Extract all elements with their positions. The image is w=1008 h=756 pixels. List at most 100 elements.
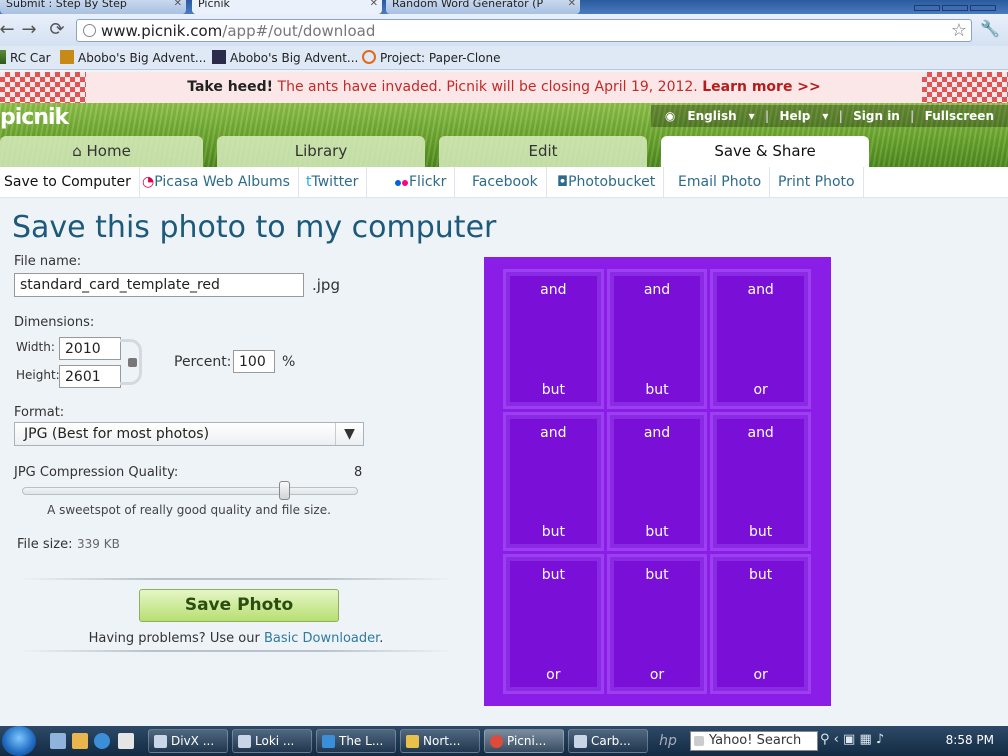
taskbar-item[interactable]: Carb... xyxy=(568,729,648,753)
problems-text: Having problems? Use our Basic Downloade… xyxy=(18,631,454,646)
picnik-logo[interactable]: picnik xyxy=(0,105,69,130)
close-icon[interactable]: ✕ xyxy=(370,0,378,9)
subnav-label: Twitter xyxy=(311,174,359,190)
percent-input[interactable]: 100 xyxy=(233,350,275,373)
problems-end: . xyxy=(379,631,384,646)
browser-toolbar: ← → ⟳ www.picnik.com/app#/out/download ☆… xyxy=(0,14,1008,46)
divider: | xyxy=(764,109,770,123)
browser-tab-strip: Submit : Step By Step ✕ Picnik ✕ Random … xyxy=(0,0,1008,14)
fullscreen-link[interactable]: Fullscreen xyxy=(925,109,994,123)
game-icon xyxy=(60,50,74,64)
back-arrow-icon[interactable]: ← xyxy=(0,20,18,40)
search-icon[interactable]: ⚲ xyxy=(820,732,830,747)
maximize-button[interactable] xyxy=(942,5,968,11)
width-label: Width: xyxy=(16,340,55,354)
subnav-email-photo[interactable]: Email Photo xyxy=(670,167,771,197)
windows-taskbar: DivX ... Loki ... The L... Nort... Picni… xyxy=(0,726,1008,756)
bookmark-item[interactable]: RC Car xyxy=(0,50,51,65)
browser-tab[interactable]: Submit : Step By Step ✕ xyxy=(0,0,186,14)
basic-downloader-link[interactable]: Basic Downloader xyxy=(264,631,379,646)
subnav-facebook[interactable]: Facebook xyxy=(464,167,547,197)
reload-icon[interactable]: ⟳ xyxy=(46,20,68,40)
bookmark-item[interactable]: Project: Paper-Clone xyxy=(362,50,501,65)
height-input[interactable]: 2601 xyxy=(59,365,121,388)
bookmark-star-icon[interactable]: ☆ xyxy=(951,20,967,41)
format-select[interactable]: JPG (Best for most photos) ▼ xyxy=(14,422,364,446)
format-value: JPG (Best for most photos) xyxy=(24,426,210,442)
url-text: www.picnik.com/app#/out/download xyxy=(101,22,375,40)
taskbar-label: Nort... xyxy=(423,734,461,748)
show-desktop-icon[interactable] xyxy=(50,733,66,749)
tab-home[interactable]: ⌂ Home xyxy=(0,136,203,167)
subnav-label: Flickr xyxy=(409,174,447,190)
window-close-button[interactable] xyxy=(970,5,996,11)
picasa-icon: ◔ xyxy=(142,174,155,190)
bookmark-item[interactable]: Abobo's Big Advent... xyxy=(60,50,206,65)
close-icon[interactable]: ✕ xyxy=(568,0,576,9)
camera-icon: ◘ xyxy=(557,174,569,190)
taskbar-item[interactable]: Nort... xyxy=(400,729,480,753)
bookmark-label: RC Car xyxy=(10,51,51,65)
subnav-flickr[interactable]: Flickr xyxy=(387,167,456,197)
subnav-save-to-computer[interactable]: Save to Computer xyxy=(0,167,140,197)
file-name-input[interactable]: standard_card_template_red xyxy=(14,273,304,297)
word-card: but or xyxy=(710,554,811,694)
width-input[interactable]: 2010 xyxy=(59,337,121,360)
network-icon[interactable]: ▦ xyxy=(859,732,871,747)
media-icon[interactable] xyxy=(118,733,134,749)
subnav-print-photo[interactable]: Print Photo xyxy=(770,167,864,197)
subnav-photobucket[interactable]: ◘Photobucket xyxy=(549,167,665,197)
language-link[interactable]: English xyxy=(687,109,736,123)
address-bar[interactable]: www.picnik.com/app#/out/download ☆ xyxy=(76,19,972,42)
word-card: and or xyxy=(710,269,811,409)
subnav-picasa[interactable]: ◔Picasa Web Albums xyxy=(134,167,299,197)
browser-tab-label: Picnik xyxy=(198,0,230,10)
yahoo-search-box[interactable]: Yahoo! Search xyxy=(690,731,818,751)
problems-lead: Having problems? Use our xyxy=(88,631,260,646)
percent-label: Percent: xyxy=(174,354,232,370)
volume-icon[interactable]: ♪ xyxy=(876,732,884,747)
quality-hint: A sweetspot of really good quality and f… xyxy=(47,503,331,517)
word-card: and but xyxy=(710,411,811,552)
taskbar-item-active[interactable]: Picni... xyxy=(484,729,564,753)
bookmark-item[interactable]: Abobo's Big Advent... xyxy=(212,50,358,65)
divider xyxy=(18,578,454,580)
sign-in-link[interactable]: Sign in xyxy=(853,109,900,123)
card-bottom-word: or xyxy=(753,381,768,398)
learn-more-link[interactable]: Learn more >> xyxy=(702,79,821,95)
browser-tab-active[interactable]: Picnik ✕ xyxy=(192,0,382,14)
taskbar-label: Loki ... xyxy=(255,734,295,748)
close-icon[interactable]: ✕ xyxy=(174,0,182,9)
chevron-down-icon[interactable]: ▼ xyxy=(335,423,363,445)
save-photo-button[interactable]: Save Photo xyxy=(139,589,339,622)
chevron-left-icon[interactable]: ‹ xyxy=(834,732,839,747)
bookmark-label: Abobo's Big Advent... xyxy=(230,51,359,65)
card-top-word: and xyxy=(540,424,567,441)
notice-lead: Take heed! xyxy=(187,79,274,95)
internet-explorer-icon[interactable] xyxy=(94,733,110,749)
aspect-lock-icon[interactable] xyxy=(120,339,142,385)
quality-slider-track[interactable] xyxy=(22,487,358,495)
start-button[interactable] xyxy=(2,726,36,756)
taskbar-item[interactable]: The L... xyxy=(316,729,396,753)
subnav-twitter[interactable]: tTwitter xyxy=(298,167,368,197)
tray-icon[interactable]: ▣ xyxy=(843,732,855,747)
taskbar-item[interactable]: Loki ... xyxy=(232,729,312,753)
taskbar-label: Carb... xyxy=(591,734,631,748)
minimize-button[interactable] xyxy=(914,5,940,11)
forward-arrow-icon[interactable]: → xyxy=(18,20,40,40)
help-link[interactable]: Help xyxy=(779,109,810,123)
tab-edit[interactable]: Edit xyxy=(439,136,647,167)
browser-tab[interactable]: Random Word Generator (P ✕ xyxy=(386,0,580,14)
tab-library[interactable]: Library xyxy=(217,136,425,167)
wrench-icon[interactable]: 🔧 xyxy=(980,19,1000,38)
taskbar-item[interactable]: DivX ... xyxy=(148,729,228,753)
checker-decoration xyxy=(922,72,1008,103)
explorer-icon[interactable] xyxy=(72,733,88,749)
quality-slider-thumb[interactable] xyxy=(279,481,291,500)
tab-save-share[interactable]: Save & Share xyxy=(661,136,869,167)
tab-label: Save & Share xyxy=(714,142,816,160)
bookmarks-bar: RC Car Abobo's Big Advent... Abobo's Big… xyxy=(0,46,1008,70)
divider: | xyxy=(910,109,915,123)
word-card: but or xyxy=(503,554,604,694)
